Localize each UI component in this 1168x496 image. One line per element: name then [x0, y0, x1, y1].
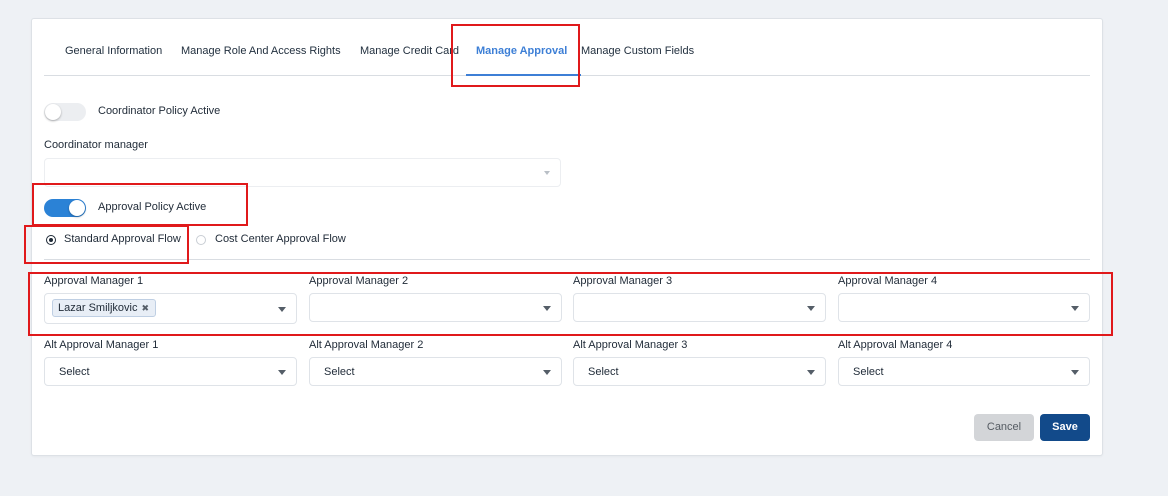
- alt-approval-manager-4-select[interactable]: Select: [838, 357, 1090, 386]
- coordinator-policy-label: Coordinator Policy Active: [98, 105, 221, 117]
- standard-approval-flow-radio[interactable]: [46, 235, 56, 245]
- active-tab-indicator: [466, 74, 581, 76]
- approval-manager-2-label: Approval Manager 2: [309, 275, 409, 287]
- cost-center-approval-flow-radio[interactable]: [196, 235, 206, 245]
- chevron-down-icon: [278, 369, 286, 375]
- chevron-down-icon: [1071, 305, 1079, 311]
- tab-manage-approval[interactable]: Manage Approval: [476, 45, 567, 57]
- coordinator-policy-toggle[interactable]: [44, 103, 86, 121]
- alt-approval-manager-2-select[interactable]: Select: [309, 357, 562, 386]
- close-icon[interactable]: ✖: [141, 303, 149, 313]
- chevron-down-icon: [1071, 369, 1079, 375]
- approval-policy-label: Approval Policy Active: [98, 201, 207, 213]
- tab-bar: General Information Manage Role And Acce…: [44, 19, 1090, 76]
- alt-approval-manager-1-select[interactable]: Select: [44, 357, 297, 386]
- approval-policy-toggle[interactable]: [44, 199, 86, 217]
- approval-manager-3-select[interactable]: [573, 293, 826, 322]
- alt-approval-manager-2-label: Alt Approval Manager 2: [309, 339, 424, 351]
- coordinator-manager-label: Coordinator manager: [44, 139, 148, 151]
- alt-approval-manager-3-label: Alt Approval Manager 3: [573, 339, 688, 351]
- section-divider: [44, 259, 1090, 260]
- approval-manager-1-select[interactable]: Lazar Smiljkovic ✖: [44, 293, 297, 324]
- approval-manager-2-select[interactable]: [309, 293, 562, 322]
- chevron-down-icon: [543, 305, 551, 311]
- tab-general-information[interactable]: General Information: [65, 45, 162, 57]
- chevron-down-icon: [543, 369, 551, 375]
- toggle-knob: [69, 200, 85, 216]
- chevron-down-icon: [807, 369, 815, 375]
- tab-manage-custom-fields[interactable]: Manage Custom Fields: [581, 45, 694, 57]
- alt-approval-manager-3-select[interactable]: Select: [573, 357, 826, 386]
- approval-settings-card: General Information Manage Role And Acce…: [31, 18, 1103, 456]
- alt-approval-manager-1-label: Alt Approval Manager 1: [44, 339, 159, 351]
- alt-approval-manager-4-label: Alt Approval Manager 4: [838, 339, 953, 351]
- toggle-knob: [45, 104, 61, 120]
- coordinator-manager-select[interactable]: [44, 158, 561, 187]
- cost-center-approval-flow-label: Cost Center Approval Flow: [215, 233, 346, 245]
- approval-manager-1-label: Approval Manager 1: [44, 275, 144, 287]
- tab-manage-role-access[interactable]: Manage Role And Access Rights: [181, 45, 341, 57]
- approval-manager-3-label: Approval Manager 3: [573, 275, 673, 287]
- chevron-down-icon: [278, 306, 286, 312]
- save-button[interactable]: Save: [1040, 414, 1090, 441]
- cancel-button[interactable]: Cancel: [974, 414, 1034, 441]
- chevron-down-icon: [807, 305, 815, 311]
- approval-manager-4-label: Approval Manager 4: [838, 275, 938, 287]
- standard-approval-flow-label: Standard Approval Flow: [64, 233, 181, 245]
- tab-manage-credit-card[interactable]: Manage Credit Card: [360, 45, 459, 57]
- selected-manager-chip: Lazar Smiljkovic ✖: [52, 299, 157, 317]
- chevron-down-icon: [544, 170, 550, 175]
- approval-manager-4-select[interactable]: [838, 293, 1090, 322]
